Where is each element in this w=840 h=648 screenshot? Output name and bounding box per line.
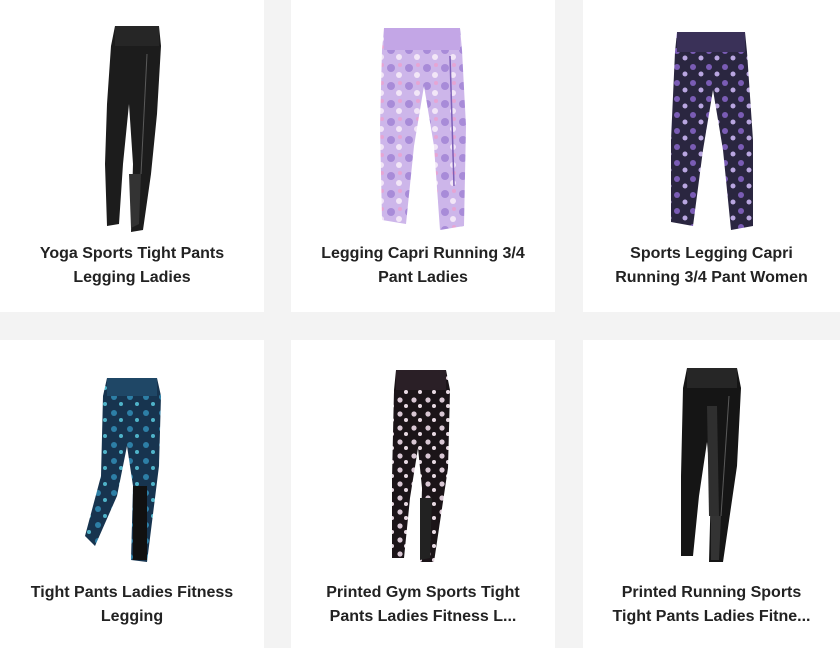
product-image[interactable] [0,0,264,236]
product-image[interactable] [0,340,264,566]
product-card[interactable]: Legging Capri Running 3/4 Pant Ladies [291,0,555,312]
black-print-leggings-icon [680,368,741,562]
dark-purple-capri-leggings-icon [670,32,753,230]
product-title[interactable]: Printed Gym Sports Tight Pants Ladies Fi… [305,581,541,629]
product-title[interactable]: Yoga Sports Tight Pants Legging Ladies [14,242,250,290]
floral-print-leggings-icon [392,370,450,562]
product-image[interactable] [583,0,840,236]
product-title[interactable]: Sports Legging Capri Running 3/4 Pant Wo… [597,242,826,290]
product-image[interactable] [291,340,555,566]
product-title[interactable]: Tight Pants Ladies Fitness Legging [14,581,250,629]
blue-print-leggings-icon [85,378,161,562]
black-leggings-icon [105,26,161,232]
product-card[interactable]: Printed Running Sports Tight Pants Ladie… [583,340,840,648]
product-title[interactable]: Printed Running Sports Tight Pants Ladie… [597,581,826,629]
product-image[interactable] [291,0,555,236]
product-card[interactable]: Yoga Sports Tight Pants Legging Ladies [0,0,264,312]
product-card[interactable]: Printed Gym Sports Tight Pants Ladies Fi… [291,340,555,648]
product-title[interactable]: Legging Capri Running 3/4 Pant Ladies [305,242,541,290]
product-card[interactable]: Sports Legging Capri Running 3/4 Pant Wo… [583,0,840,312]
purple-capri-leggings-icon [380,28,466,230]
product-image[interactable] [583,340,840,566]
product-card[interactable]: Tight Pants Ladies Fitness Legging [0,340,264,648]
product-grid: Yoga Sports Tight Pants Legging Ladies L… [0,0,840,648]
